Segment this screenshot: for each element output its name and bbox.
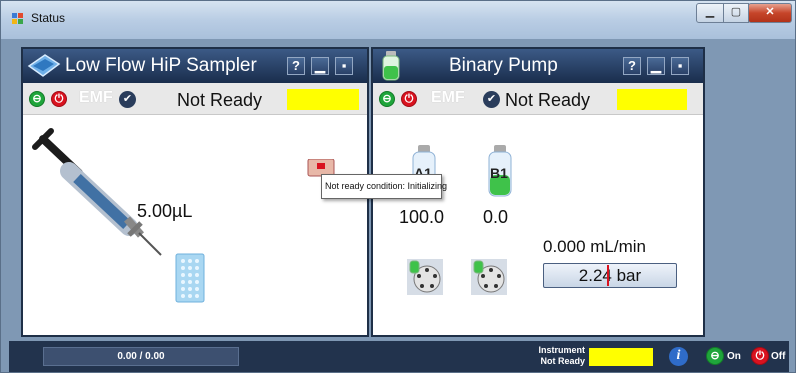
status-window-icon (12, 13, 23, 24)
sampler-emf-label: EMF (79, 89, 113, 106)
solvent-a-percent: 100.0 (399, 207, 445, 227)
title-bar[interactable]: Status ▁ ▢ ✕ (1, 1, 795, 39)
instrument-status-indicator (589, 348, 653, 366)
vial-plate-icon (175, 253, 205, 303)
info-icon[interactable]: i (669, 347, 688, 366)
instrument-label-line2: Not Ready (540, 356, 585, 366)
sampler-maximize-button[interactable]: ▪ (335, 57, 353, 75)
bottom-status-bar: 0.00 / 0.00 Instrument Not Ready i ⊖ On … (9, 341, 789, 372)
syringe-icon (32, 128, 162, 256)
pump-on-icon[interactable]: ⊖ (379, 91, 395, 107)
pump-ready-status: Not Ready (505, 90, 591, 110)
sampler-minimize-button[interactable]: ▁ (311, 57, 329, 75)
check-icon: ✔ (483, 91, 500, 108)
maximize-button[interactable]: ▢ (723, 3, 749, 23)
sampler-help-button[interactable]: ? (287, 57, 305, 75)
off-icon[interactable]: ⏻ (751, 347, 769, 365)
pressure-display: 2.24 bar (543, 263, 677, 288)
run-progress: 0.00 / 0.00 (43, 347, 239, 366)
pressure-limit-marker (607, 265, 609, 286)
sampler-on-icon[interactable]: ⊖ (29, 91, 45, 107)
solvent-bottle-icon (382, 51, 400, 81)
on-icon[interactable]: ⊖ (706, 347, 724, 365)
minimize-button[interactable]: ▁ (696, 3, 724, 23)
pump-header: Binary Pump ? ▁ ▪ (373, 49, 703, 83)
purge-valve-icon[interactable] (407, 259, 443, 295)
solvent-b-name: B1 (490, 165, 508, 181)
sampler-status-row: ⊖ ⏻ EMF ✔ Not Ready (23, 83, 367, 115)
pump-off-icon[interactable]: ⏻ (401, 91, 417, 107)
pump-help-button[interactable]: ? (623, 57, 641, 75)
pump-emf-label: EMF (431, 89, 465, 106)
solvent-b-percent: 0.0 (483, 207, 509, 227)
sampler-tray-icon (27, 54, 61, 77)
pump-status-row: ⊖ ⏻ EMF ✔ Not Ready (373, 83, 703, 115)
sampler-off-icon[interactable]: ⏻ (51, 91, 67, 107)
pump-title: Binary Pump (449, 55, 558, 76)
pump-maximize-button[interactable]: ▪ (671, 57, 689, 75)
status-content: Low Flow HiP Sampler ? ▁ ▪ ⊖ ⏻ EMF ✔ Not… (9, 41, 789, 341)
status-window: Status ▁ ▢ ✕ Low Flow HiP Sampler ? ▁ ▪ … (0, 0, 796, 373)
on-label[interactable]: On (727, 351, 741, 362)
window-title: Status (31, 11, 66, 25)
instrument-status-label: Instrument Not Ready (509, 345, 585, 367)
sampler-panel: Low Flow HiP Sampler ? ▁ ▪ ⊖ ⏻ EMF ✔ Not… (21, 47, 369, 337)
injection-volume: 5.00µL (137, 201, 193, 221)
sampler-status-indicator (287, 89, 359, 110)
purge-valve-icon[interactable] (471, 259, 507, 295)
not-ready-tooltip: Not ready condition: Initializing (321, 174, 447, 199)
pump-minimize-button[interactable]: ▁ (647, 57, 665, 75)
flow-rate: 0.000 mL/min (543, 237, 646, 256)
off-label[interactable]: Off (771, 351, 785, 362)
sampler-header: Low Flow HiP Sampler ? ▁ ▪ (23, 49, 367, 83)
pump-status-indicator (617, 89, 687, 110)
sampler-title: Low Flow HiP Sampler (65, 55, 257, 76)
instrument-label-line1: Instrument (538, 345, 585, 355)
sampler-ready-status: Not Ready (177, 90, 263, 110)
close-button[interactable]: ✕ (748, 3, 792, 23)
check-icon: ✔ (119, 91, 136, 108)
